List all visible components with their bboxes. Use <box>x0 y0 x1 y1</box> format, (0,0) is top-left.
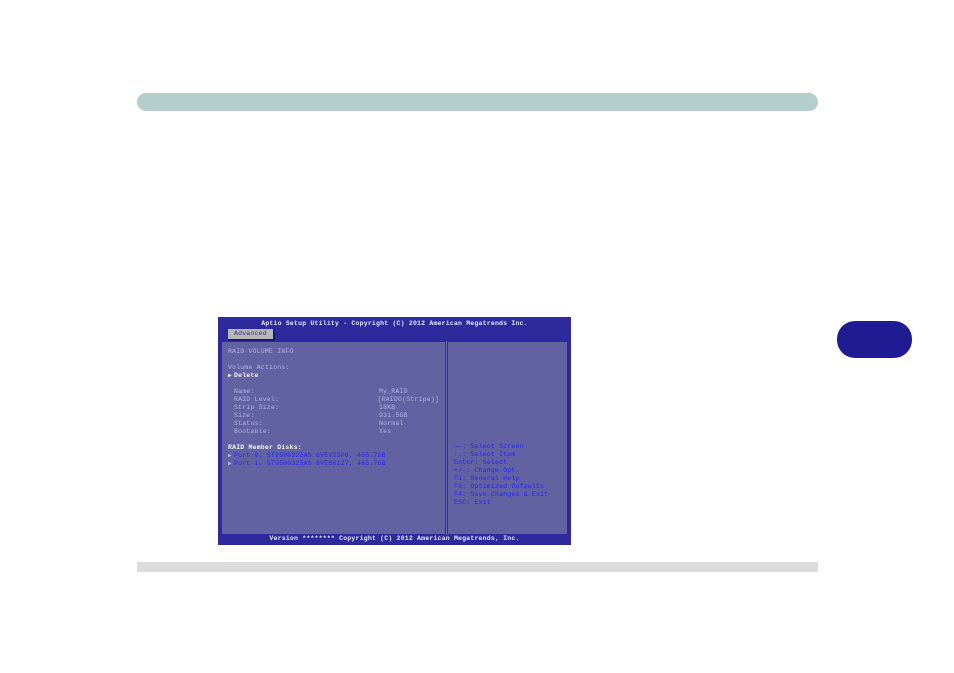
bios-setup-utility-window: Aptio Setup Utility - Copyright (C) 2012… <box>218 317 571 545</box>
bios-right-panel: →←: Select Screen ↑↓: Select Item Enter:… <box>447 341 568 535</box>
name-label: Name: <box>228 388 379 396</box>
delete-action[interactable]: Delete <box>228 372 259 380</box>
help-change-opt: +/-: Change Opt. <box>454 467 561 475</box>
side-blue-button[interactable] <box>837 321 912 358</box>
raid-member-disks-header: RAID Member Disks: <box>228 444 302 452</box>
bios-tab-advanced[interactable]: Advanced <box>228 329 275 341</box>
document-header-bar <box>137 93 818 111</box>
bios-footer: Version ******** Copyright (C) 2012 Amer… <box>218 535 571 543</box>
status-value: Normal <box>379 420 404 428</box>
name-value: My_RAID <box>379 388 408 396</box>
volume-actions-label: Volume Actions: <box>228 364 290 372</box>
help-save-exit: F4: Save Changes & Exit <box>454 491 561 499</box>
strip-size-label: Strip Size: <box>228 404 379 412</box>
bios-title: Aptio Setup Utility - Copyright (C) 2012… <box>218 320 571 328</box>
help-select-screen: →←: Select Screen <box>454 443 561 451</box>
status-label: Status: <box>228 420 379 428</box>
bootable-label: Bootable: <box>228 428 379 436</box>
list-arrow-icon: ▶ <box>228 452 232 460</box>
raid-level-value: [RAID0(Stripe)] <box>377 396 439 404</box>
selection-arrow-icon: ▶ <box>228 372 232 380</box>
raid-volume-info-header: RAID VOLUME INFO <box>228 348 294 356</box>
member-disk-0[interactable]: Port 0, ST9500325AS 6VEV23P0, 465.7GB <box>228 452 386 460</box>
member-disk-1[interactable]: Port 1, ST9500325AS 6VEB8127, 465.7GB <box>228 460 386 468</box>
help-esc-exit: ESC: Exit <box>454 499 561 507</box>
raid-level-label: RAID Level: <box>228 396 377 404</box>
strip-size-value: 16KB <box>379 404 395 412</box>
help-general-help: F1: General Help <box>454 475 561 483</box>
help-optimized-defaults: F3: Optimized Defaults <box>454 483 561 491</box>
size-label: Size: <box>228 412 379 420</box>
document-footer-line <box>137 562 818 572</box>
size-value: 931.5GB <box>379 412 408 420</box>
help-enter-select: Enter: Select <box>454 459 561 467</box>
help-select-item: ↑↓: Select Item <box>454 451 561 459</box>
bios-body: RAID VOLUME INFO Volume Actions: ▶ Delet… <box>221 341 568 535</box>
list-arrow-icon: ▶ <box>228 460 232 468</box>
bios-left-panel: RAID VOLUME INFO Volume Actions: ▶ Delet… <box>221 341 446 535</box>
bootable-value: Yes <box>379 428 391 436</box>
